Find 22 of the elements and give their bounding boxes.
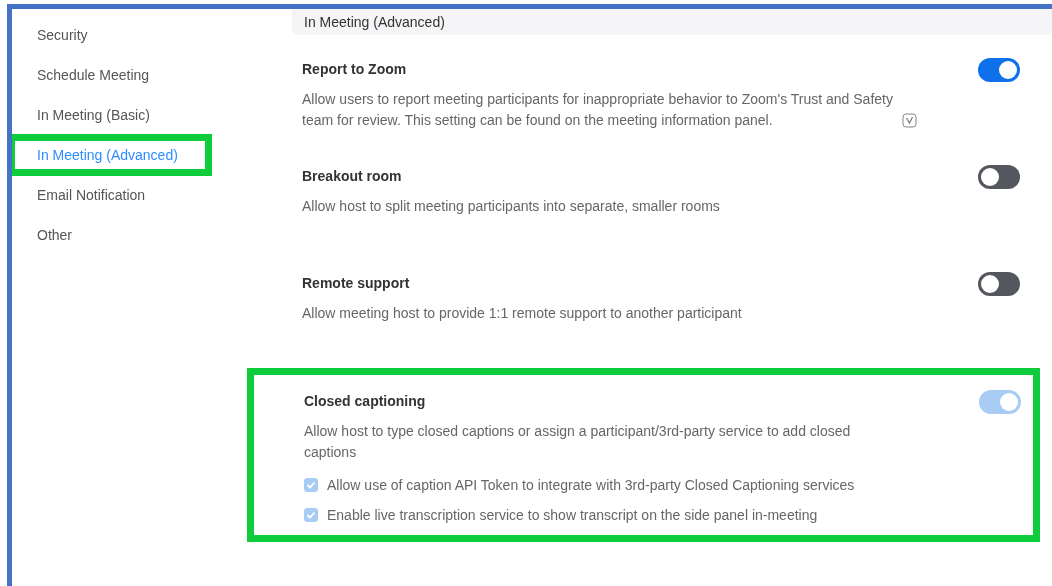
- setting-title: Report to Zoom: [302, 61, 408, 77]
- checkbox-label: Allow use of caption API Token to integrate with 3rd-party Closed Captioning services: [327, 477, 855, 493]
- setting-description: Allow host to split meeting participants into separate, smaller rooms: [302, 197, 720, 216]
- sidebar-item[interactable]: Other: [12, 225, 72, 245]
- setting-description: Allow meeting host to provide 1:1 remote support to another participant: [302, 304, 742, 323]
- toggle-switch[interactable]: [978, 58, 1020, 82]
- section-title: In Meeting (Advanced): [304, 14, 445, 30]
- sidebar-item[interactable]: Schedule Meeting: [12, 65, 150, 85]
- toggle-switch[interactable]: [978, 165, 1020, 189]
- sidebar-item[interactable]: Email Notification: [12, 185, 146, 205]
- checkbox-label: Enable live transcription service to show transcript on the side panel in-meeting: [327, 507, 818, 523]
- setting-description: Allow users to report meeting participants for inappropriate behavior to Zoom's Trust and Safety team for review. This setting can be found on the meeting information panel.: [302, 90, 894, 130]
- sidebar-item[interactable]: In Meeting (Basic): [12, 105, 150, 125]
- check-icon: [305, 509, 317, 521]
- sidebar-item[interactable]: Security: [12, 25, 88, 45]
- setting-title: Closed captioning: [304, 393, 427, 409]
- setting-description: Allow host to type closed captions or assign a participant/3rd-party service to add closed captions: [304, 422, 852, 462]
- setting-title: Breakout room: [302, 168, 403, 184]
- check-icon: [305, 479, 317, 491]
- setting-title: Remote support: [302, 275, 411, 291]
- info-icon[interactable]: [902, 113, 917, 128]
- toggle-switch[interactable]: [978, 272, 1020, 296]
